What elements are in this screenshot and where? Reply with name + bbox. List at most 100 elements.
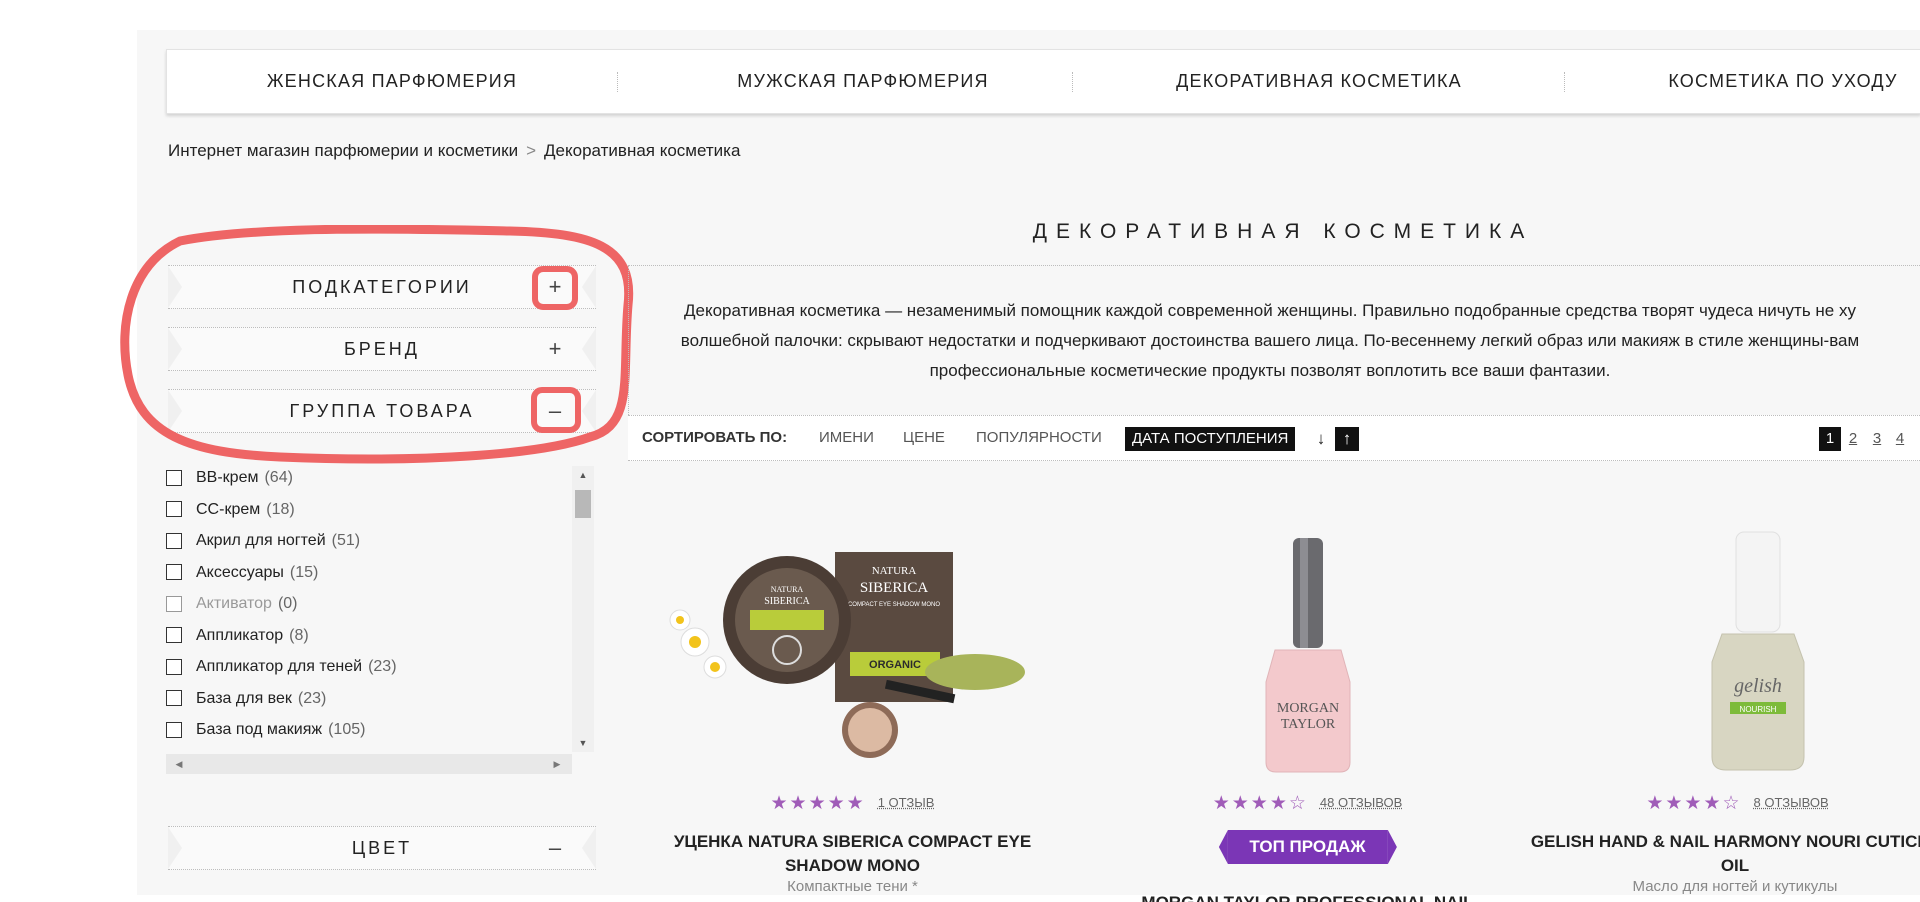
list-item[interactable]: CC-крем (18) bbox=[166, 494, 572, 526]
product-image[interactable]: MORGAN TAYLOR bbox=[1110, 522, 1505, 777]
bottle-label: NOURISH bbox=[1740, 705, 1777, 714]
sort-bar: СОРТИРОВАТЬ ПО: ИМЕНИ ЦЕНЕ ПОПУЛЯРНОСТИ … bbox=[628, 415, 1920, 461]
nav-skincare[interactable]: КОСМЕТИКА ПО УХОДУ bbox=[1565, 50, 1920, 113]
item-count: (0) bbox=[277, 595, 298, 612]
product-card[interactable]: MORGAN TAYLOR ★★★★☆ 48 ОТЗЫВОВ ТОП ПРОДАЖ… bbox=[1110, 510, 1505, 902]
list-item[interactable]: Аксессуары (15) bbox=[166, 557, 572, 589]
nav-mens-perfume[interactable]: МУЖСКАЯ ПАРФЮМЕРИЯ bbox=[618, 50, 1108, 113]
checkbox[interactable] bbox=[166, 721, 182, 738]
filter-title: ПОДКАТЕГОРИИ bbox=[292, 277, 472, 297]
list-item[interactable]: BB-крем (64) bbox=[166, 462, 572, 494]
checkbox[interactable] bbox=[166, 564, 182, 581]
star-rating-icon: ★★★★☆ bbox=[1646, 793, 1742, 814]
box-label: NATURA bbox=[872, 565, 917, 577]
reviews-link[interactable]: 8 ОТЗЫВОВ bbox=[1754, 795, 1829, 810]
product-group-list: BB-крем (64) CC-крем (18) Акрил для ногтей… bbox=[166, 462, 572, 752]
box-label: SIBERICA bbox=[860, 580, 929, 596]
checkbox[interactable] bbox=[166, 532, 182, 549]
rating: ★★★★★ 1 ОТЗЫВ bbox=[655, 792, 1050, 815]
filter-brand[interactable]: БРЕНД + bbox=[168, 327, 596, 371]
product-image[interactable]: NATURA SIBERICA COMPACT EYE SHADOW MONO … bbox=[655, 522, 1050, 777]
product-subtitle: Компактные тени * bbox=[787, 878, 918, 895]
product-card[interactable]: gelish NOURISH ★★★★☆ 8 ОТЗЫВОВ GELISH HAN… bbox=[1531, 510, 1920, 895]
breadcrumb: Интернет магазин парфюмерии и косметики >… bbox=[168, 141, 740, 161]
item-label: База под макияж bbox=[196, 721, 323, 738]
item-label: Акрил для ногтей bbox=[196, 532, 326, 549]
bottle-label: MORGAN bbox=[1277, 701, 1339, 716]
reviews-link[interactable]: 48 ОТЗЫВОВ bbox=[1320, 795, 1402, 810]
nav-womens-perfume[interactable]: ЖЕНСКАЯ ПАРФЮМЕРИЯ bbox=[167, 50, 617, 113]
page-3[interactable]: 3 bbox=[1869, 427, 1885, 451]
scroll-down-arrow-icon[interactable]: ▼ bbox=[572, 734, 594, 752]
item-count: (18) bbox=[266, 500, 295, 518]
checkbox[interactable] bbox=[166, 501, 182, 518]
top-navigation: ЖЕНСКАЯ ПАРФЮМЕРИЯ МУЖСКАЯ ПАРФЮМЕРИЯ ДЕ… bbox=[166, 49, 1920, 114]
sort-by-popularity[interactable]: ПОПУЛЯРНОСТИ bbox=[976, 416, 1102, 460]
product-card[interactable]: NATURA SIBERICA COMPACT EYE SHADOW MONO … bbox=[655, 510, 1050, 895]
list-item[interactable]: База под макияж (105) bbox=[166, 714, 572, 746]
item-label: BB-крем bbox=[196, 469, 259, 486]
list-item[interactable]: База для век (23) bbox=[166, 683, 572, 715]
divider bbox=[628, 265, 629, 415]
checkbox[interactable] bbox=[166, 658, 182, 675]
checkbox[interactable] bbox=[166, 469, 182, 486]
filter-color[interactable]: ЦВЕТ – bbox=[168, 826, 596, 870]
page-1[interactable]: 1 bbox=[1819, 427, 1841, 451]
collapse-minus-icon[interactable]: – bbox=[542, 398, 568, 424]
scroll-up-arrow-icon[interactable]: ▲ bbox=[572, 466, 594, 484]
breadcrumb-current: Декоративная косметика bbox=[544, 141, 741, 160]
star-rating-icon: ★★★★☆ bbox=[1212, 793, 1308, 814]
item-label: Аппликатор для теней bbox=[196, 658, 363, 675]
checkbox[interactable] bbox=[166, 690, 182, 707]
star-rating-icon: ★★★★★ bbox=[770, 793, 866, 814]
organic-label-text: ORGANIC bbox=[869, 659, 921, 671]
product-name[interactable]: GELISH HAND & NAIL HARMONY NOURI CUTICLE… bbox=[1520, 830, 1920, 878]
item-count: (15) bbox=[289, 563, 319, 581]
bottle-label: gelish bbox=[1734, 675, 1782, 697]
product-name[interactable]: MORGAN TAYLOR PROFESSIONAL NAIL bbox=[1110, 888, 1505, 902]
description-line: волшебной палочки: скрывают недостатки и… bbox=[680, 331, 1860, 350]
list-item: Активатор (0) bbox=[166, 588, 572, 620]
filter-subcategories[interactable]: ПОДКАТЕГОРИИ + bbox=[168, 265, 596, 309]
checkbox[interactable] bbox=[166, 627, 182, 644]
item-label: Активатор bbox=[196, 595, 272, 612]
filter-product-group[interactable]: ГРУППА ТОВАРА – bbox=[168, 389, 596, 433]
jar-label: NATURA bbox=[771, 585, 804, 594]
item-count: (64) bbox=[264, 469, 293, 486]
expand-plus-icon[interactable]: + bbox=[542, 274, 568, 300]
horizontal-scrollbar[interactable]: ◀ ▶ bbox=[166, 754, 572, 774]
box-label: COMPACT EYE SHADOW MONO bbox=[848, 602, 940, 608]
checkbox bbox=[166, 595, 182, 612]
product-image[interactable]: gelish NOURISH bbox=[1560, 522, 1920, 777]
product-name[interactable]: УЦЕНКА NATURA SIBERICA COMPACT EYE SHADO… bbox=[655, 830, 1050, 878]
page-2[interactable]: 2 bbox=[1845, 427, 1861, 451]
sort-label: СОРТИРОВАТЬ ПО: bbox=[642, 429, 788, 446]
collapse-minus-icon[interactable]: – bbox=[542, 835, 568, 861]
nav-decorative-cosmetics[interactable]: ДЕКОРАТИВНАЯ КОСМЕТИКА bbox=[1073, 50, 1565, 113]
item-count: (23) bbox=[297, 689, 327, 707]
item-count: (51) bbox=[331, 532, 361, 549]
sort-descending-arrow-icon[interactable]: ↓ bbox=[1309, 427, 1333, 451]
rating: ★★★★☆ 48 ОТЗЫВОВ bbox=[1110, 792, 1505, 815]
filter-title: ЦВЕТ bbox=[351, 838, 413, 858]
reviews-link[interactable]: 1 ОТЗЫВ bbox=[878, 795, 935, 810]
breadcrumb-home-link[interactable]: Интернет магазин парфюмерии и косметики bbox=[168, 141, 518, 160]
item-label: База для век bbox=[196, 689, 292, 707]
list-item[interactable]: Аппликатор для теней (23) bbox=[166, 651, 572, 683]
top-sales-badge: ТОП ПРОДАЖ bbox=[1218, 830, 1397, 864]
vertical-scrollbar[interactable]: ▲ ▼ bbox=[572, 466, 594, 752]
item-count: (8) bbox=[289, 626, 309, 644]
sort-by-name[interactable]: ИМЕНИ bbox=[819, 416, 874, 460]
expand-plus-icon[interactable]: + bbox=[542, 336, 568, 362]
scroll-right-arrow-icon[interactable]: ▶ bbox=[548, 754, 566, 774]
page-4[interactable]: 4 bbox=[1892, 427, 1908, 451]
scroll-left-arrow-icon[interactable]: ◀ bbox=[170, 754, 188, 774]
chamomile-flowers bbox=[669, 609, 727, 679]
sort-ascending-arrow-icon[interactable]: ↑ bbox=[1335, 427, 1359, 451]
scroll-thumb[interactable] bbox=[575, 490, 591, 518]
list-item[interactable]: Акрил для ногтей (51) bbox=[166, 525, 572, 557]
sort-by-price[interactable]: ЦЕНЕ bbox=[903, 416, 945, 460]
jar-label: SIBERICA bbox=[764, 596, 810, 607]
sort-by-date[interactable]: ДАТА ПОСТУПЛЕНИЯ bbox=[1125, 427, 1296, 451]
list-item[interactable]: Аппликатор (8) bbox=[166, 620, 572, 652]
